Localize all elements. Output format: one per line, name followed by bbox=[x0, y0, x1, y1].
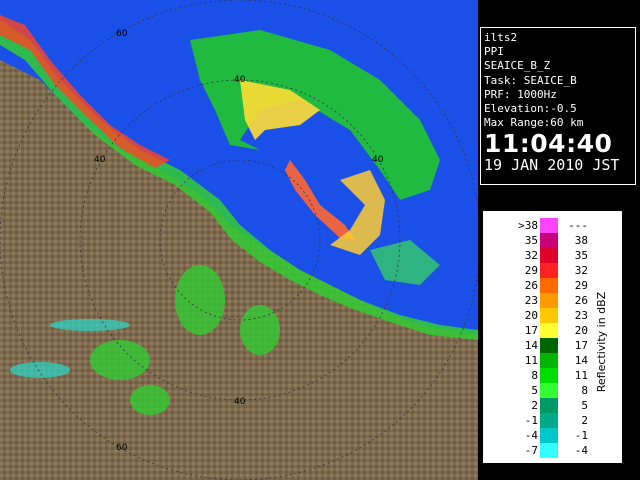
legend-upper-bound: 8 bbox=[581, 384, 588, 397]
legend-color-swatch bbox=[540, 383, 558, 398]
legend-lower-bound: -4 bbox=[524, 429, 538, 442]
legend-lower-bound: 17 bbox=[524, 324, 538, 337]
legend-row: -1 2 bbox=[484, 413, 623, 428]
legend-lower-bound: 5 bbox=[531, 384, 538, 397]
legend-upper-bound: 5 bbox=[581, 399, 588, 412]
legend-lower-bound: -7 bbox=[524, 444, 538, 457]
legend-upper-bound: 26 bbox=[574, 294, 588, 307]
legend-lower-bound: 2 bbox=[531, 399, 538, 412]
legend-lower-bound: 8 bbox=[531, 369, 538, 382]
legend-upper-bound: 23 bbox=[574, 309, 588, 322]
legend-upper-bound: 20 bbox=[574, 324, 588, 337]
legend-upper-bound: 17 bbox=[574, 339, 588, 352]
elevation-value: Elevation:-0.5 bbox=[484, 102, 577, 116]
legend-color-swatch bbox=[540, 233, 558, 248]
legend-lower-bound: 20 bbox=[524, 309, 538, 322]
legend-upper-bound: 2 bbox=[581, 414, 588, 427]
legend-color-swatch bbox=[540, 443, 558, 458]
legend-lower-bound: 26 bbox=[524, 279, 538, 292]
ring-label-60-south: 60 bbox=[116, 443, 128, 453]
legend-color-swatch bbox=[540, 263, 558, 278]
legend-color-swatch bbox=[540, 248, 558, 263]
max-range-value: Max Range:60 km bbox=[484, 116, 584, 130]
scan-time: 11:04:40 bbox=[484, 129, 613, 159]
legend-color-swatch bbox=[540, 338, 558, 353]
legend-color-swatch bbox=[540, 368, 558, 383]
ring-label-40-south: 40 bbox=[234, 397, 246, 407]
legend-row: -4 -1 bbox=[484, 428, 623, 443]
task-name: Task: SEAICE_B bbox=[484, 73, 577, 87]
legend-color-swatch bbox=[540, 218, 558, 233]
legend-lower-bound: 11 bbox=[524, 354, 538, 367]
scan-date: 19 JAN 2010 JST bbox=[484, 156, 620, 175]
legend-lower-bound: -1 bbox=[524, 414, 538, 427]
station-name: ilts2 bbox=[484, 31, 518, 44]
scan-mode: PPI bbox=[484, 45, 504, 59]
legend-upper-bound: 29 bbox=[574, 279, 588, 292]
ring-label-60-north: 60 bbox=[116, 29, 128, 39]
legend-color-swatch bbox=[540, 278, 558, 293]
legend-lower-bound: 32 bbox=[524, 249, 538, 262]
legend-color-swatch bbox=[540, 398, 558, 413]
legend-upper-bound: 35 bbox=[574, 249, 588, 262]
legend-lower-bound: 14 bbox=[524, 339, 538, 352]
legend-row: >38 --- bbox=[484, 218, 623, 233]
legend-row: 32 35 bbox=[484, 248, 623, 263]
radar-info-panel: ilts2 PPI SEAICE_B_Z Task: SEAICE_B PRF:… bbox=[480, 27, 636, 185]
color-legend: >38 --- 35 38 32 35 29 32 26 29 23 26 20 23 17 20 14 17 11… bbox=[483, 211, 622, 463]
legend-upper-bound: 38 bbox=[574, 234, 588, 247]
ring-label-40-north: 40 bbox=[234, 75, 246, 85]
product-name: SEAICE_B_Z bbox=[484, 59, 551, 73]
ring-label-40-east: 40 bbox=[372, 155, 384, 165]
legend-lower-bound: >38 bbox=[518, 219, 538, 232]
legend-color-swatch bbox=[540, 413, 558, 428]
legend-upper-bound: -4 bbox=[574, 444, 588, 457]
legend-title: Reflectivity in dBZ bbox=[595, 291, 608, 393]
legend-color-swatch bbox=[540, 323, 558, 338]
legend-lower-bound: 23 bbox=[524, 294, 538, 307]
legend-upper-bound: 14 bbox=[574, 354, 588, 367]
legend-row: 35 38 bbox=[484, 233, 623, 248]
legend-upper-bound: 11 bbox=[574, 369, 588, 382]
ring-label-40-west: 40 bbox=[94, 155, 106, 165]
legend-color-swatch bbox=[540, 308, 558, 323]
legend-lower-bound: 29 bbox=[524, 264, 538, 277]
radar-image: 60 40 40 40 40 60 bbox=[0, 0, 478, 480]
legend-upper-bound: -1 bbox=[574, 429, 588, 442]
prf-value: PRF: 1000Hz bbox=[484, 87, 557, 101]
legend-lower-bound: 35 bbox=[524, 234, 538, 247]
legend-upper-bound: --- bbox=[568, 219, 588, 232]
legend-color-swatch bbox=[540, 293, 558, 308]
legend-upper-bound: 32 bbox=[574, 264, 588, 277]
radar-ppi-map: 60 40 40 40 40 60 bbox=[0, 0, 478, 480]
legend-color-swatch bbox=[540, 353, 558, 368]
legend-row: -7 -4 bbox=[484, 443, 623, 458]
legend-color-swatch bbox=[540, 428, 558, 443]
